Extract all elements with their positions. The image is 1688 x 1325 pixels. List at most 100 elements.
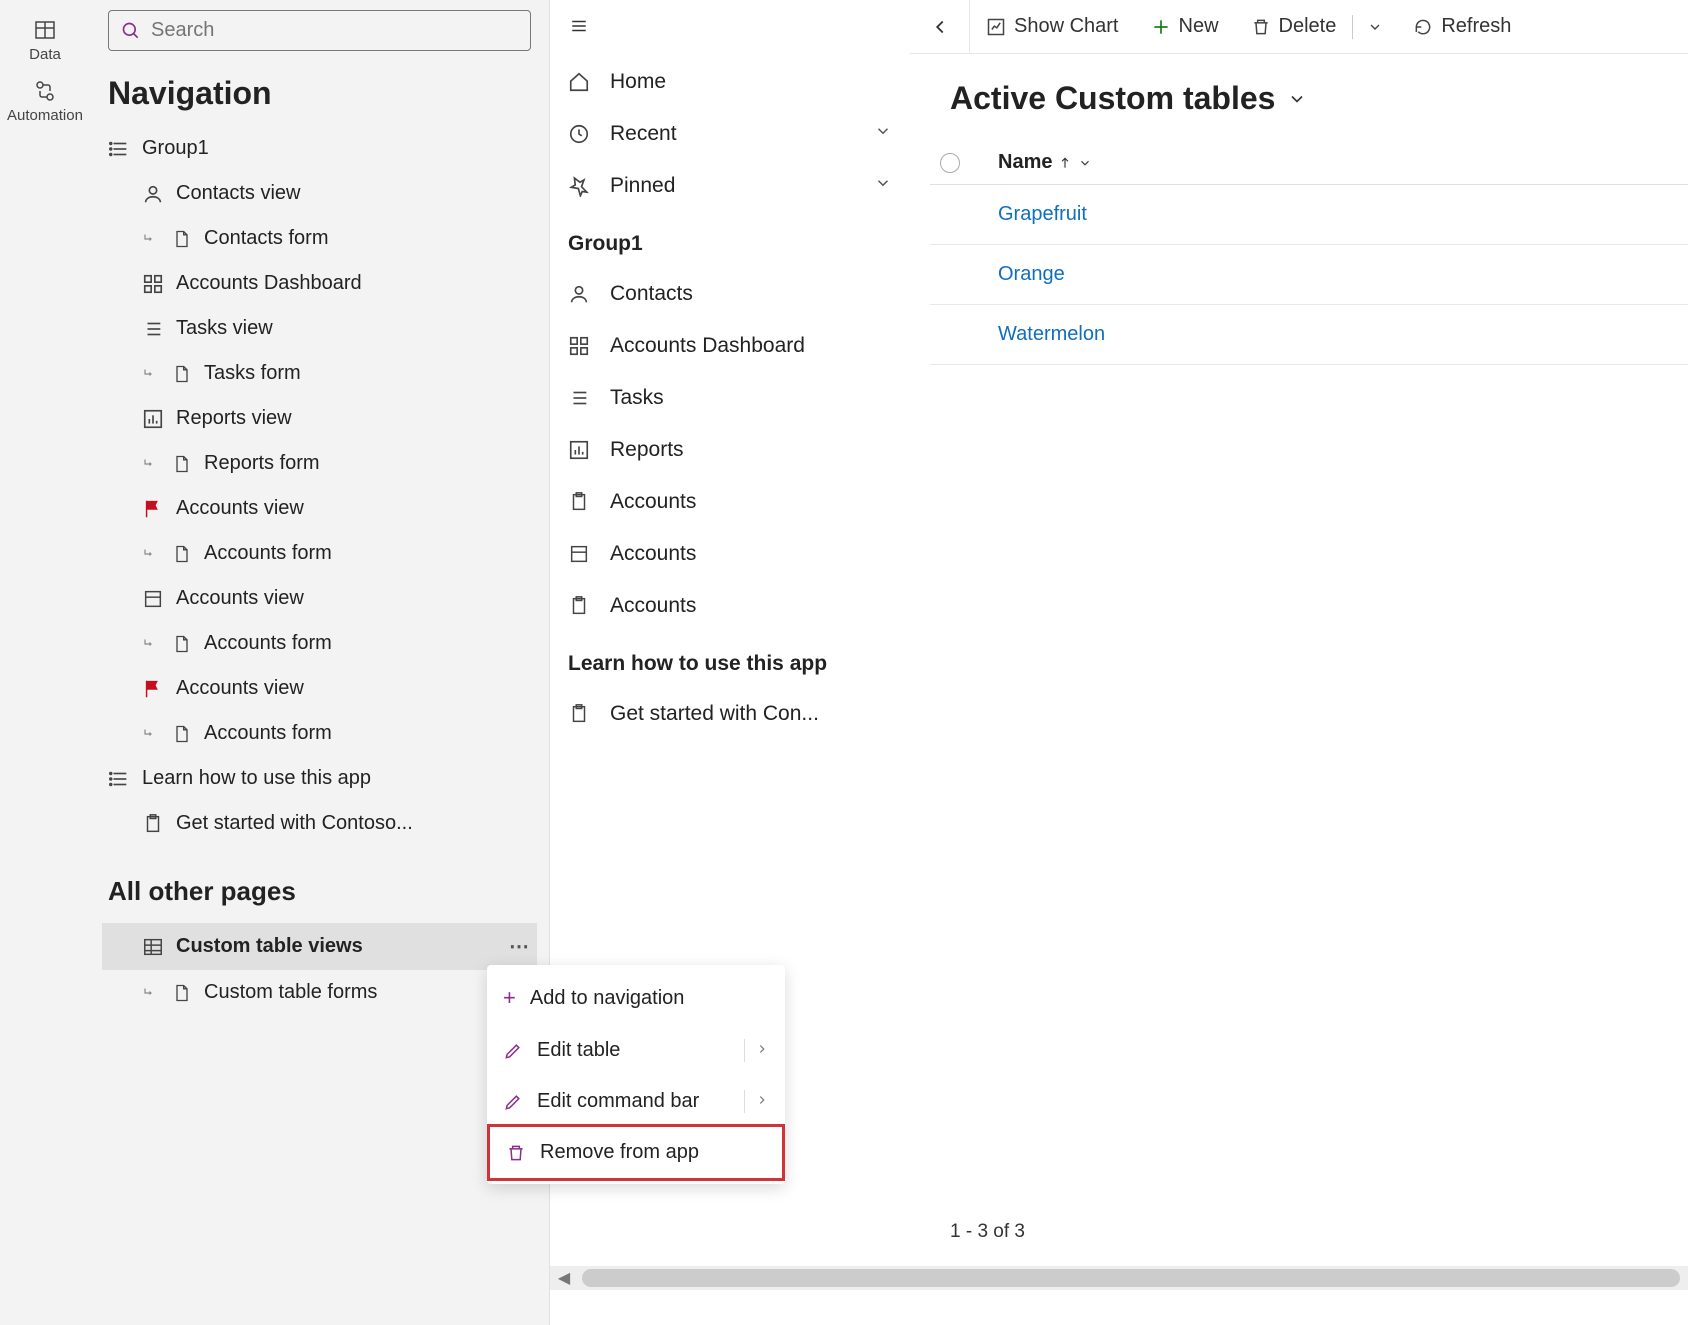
chevron-right-icon[interactable]: [744, 1039, 769, 1062]
document-icon: [172, 724, 192, 744]
view-title[interactable]: Active Custom tables: [910, 54, 1688, 141]
tree-item-label: Contacts view: [176, 182, 301, 205]
clipboard-icon: [142, 813, 164, 835]
tree-custom-table-views[interactable]: Custom table views ⋯: [102, 923, 537, 970]
search-input[interactable]: [151, 19, 518, 42]
rail-data[interactable]: Data: [0, 10, 90, 71]
column-name-label: Name: [998, 151, 1052, 174]
grid-row[interactable]: Orange: [930, 245, 1688, 305]
tree-tasks-view[interactable]: Tasks view: [102, 306, 537, 351]
subitem-icon: [142, 635, 160, 653]
sitemap-home[interactable]: Home: [550, 56, 910, 108]
horizontal-scrollbar[interactable]: ◀: [550, 1266, 1688, 1290]
hamburger-icon: [568, 17, 590, 35]
sitemap-contacts[interactable]: Contacts: [550, 268, 910, 320]
list-icon: [108, 768, 130, 790]
sitemap-tasks[interactable]: Tasks: [550, 372, 910, 424]
more-icon[interactable]: ⋯: [509, 934, 531, 959]
scrollbar-thumb[interactable]: [582, 1269, 1680, 1287]
chevron-down-icon[interactable]: [874, 122, 892, 146]
refresh-button[interactable]: Refresh: [1397, 0, 1527, 53]
delete-button[interactable]: Delete: [1235, 0, 1353, 53]
tree-accounts-form-1[interactable]: Accounts form: [102, 531, 537, 576]
clipboard-icon: [568, 595, 590, 617]
select-all-checkbox[interactable]: [940, 153, 960, 173]
tree-custom-table-forms[interactable]: Custom table forms: [102, 970, 537, 1015]
sitemap-item-label: Reports: [610, 438, 684, 462]
refresh-icon: [1413, 17, 1433, 37]
sitemap-reports[interactable]: Reports: [550, 424, 910, 476]
row-link[interactable]: Watermelon: [998, 323, 1105, 345]
main-area: Show Chart New Delete Refresh Active Cus…: [910, 0, 1688, 1325]
document-icon: [172, 364, 192, 384]
sitemap-accounts-3[interactable]: Accounts: [550, 580, 910, 632]
tree-contacts-form[interactable]: Contacts form: [102, 216, 537, 261]
show-chart-button[interactable]: Show Chart: [970, 0, 1135, 53]
rail-automation[interactable]: Automation: [0, 71, 90, 132]
tree-accounts-view-3[interactable]: Accounts view: [102, 666, 537, 711]
trash-icon: [506, 1143, 526, 1163]
clipboard-icon: [568, 703, 590, 725]
tree-tasks-form[interactable]: Tasks form: [102, 351, 537, 396]
all-other-pages-title: All other pages: [102, 846, 537, 923]
grid-header: Name: [930, 141, 1688, 185]
subitem-icon: [142, 984, 160, 1002]
person-icon: [568, 283, 590, 305]
tree-accounts-dashboard[interactable]: Accounts Dashboard: [102, 261, 537, 306]
tree-learn-group[interactable]: Learn how to use this app: [102, 756, 537, 801]
ctx-edit-command-bar[interactable]: Edit command bar: [487, 1076, 785, 1127]
ctx-edit-table[interactable]: Edit table: [487, 1025, 785, 1076]
tree-group1[interactable]: Group1: [102, 126, 537, 171]
sitemap-accounts-1[interactable]: Accounts: [550, 476, 910, 528]
back-button[interactable]: [910, 0, 970, 53]
arrow-left-icon: [929, 16, 951, 38]
tree-get-started[interactable]: Get started with Contoso...: [102, 801, 537, 846]
grid-row[interactable]: Watermelon: [930, 305, 1688, 365]
sitemap-accounts-dashboard[interactable]: Accounts Dashboard: [550, 320, 910, 372]
sitemap-recent[interactable]: Recent: [550, 108, 910, 160]
scroll-left-button[interactable]: ◀: [550, 1268, 578, 1288]
tree-accounts-view-2[interactable]: Accounts view: [102, 576, 537, 621]
list-icon: [108, 138, 130, 160]
sitemap-pinned[interactable]: Pinned: [550, 160, 910, 212]
tree-item-label: Accounts view: [176, 497, 304, 520]
grid-footer: 1 - 3 of 3: [950, 1221, 1025, 1243]
tree-item-label: Accounts form: [204, 722, 332, 745]
list-icon: [142, 318, 164, 340]
row-link[interactable]: Grapefruit: [998, 203, 1087, 225]
chart-icon: [142, 408, 164, 430]
data-grid: Name Grapefruit Orange Watermelon: [910, 141, 1688, 365]
new-label: New: [1179, 15, 1219, 38]
tree-reports-view[interactable]: Reports view: [102, 396, 537, 441]
row-link[interactable]: Orange: [998, 263, 1065, 285]
tree-reports-form[interactable]: Reports form: [102, 441, 537, 486]
flag-icon: [142, 678, 164, 700]
sitemap-get-started[interactable]: Get started with Con...: [550, 688, 910, 740]
context-menu: + Add to navigation Edit table Edit comm…: [487, 965, 785, 1184]
delete-split-button[interactable]: [1353, 0, 1397, 53]
hamburger-button[interactable]: [550, 6, 910, 56]
grid-row[interactable]: Grapefruit: [930, 185, 1688, 245]
sitemap-accounts-2[interactable]: Accounts: [550, 528, 910, 580]
chevron-right-icon[interactable]: [744, 1090, 769, 1113]
subitem-icon: [142, 455, 160, 473]
ctx-add-to-navigation[interactable]: + Add to navigation: [487, 971, 785, 1025]
tree-accounts-view-1[interactable]: Accounts view: [102, 486, 537, 531]
ctx-remove-from-app[interactable]: Remove from app: [487, 1124, 785, 1181]
tree-item-label: Get started with Contoso...: [176, 812, 413, 835]
tree-item-label: Reports view: [176, 407, 292, 430]
search-box[interactable]: [108, 10, 531, 51]
chevron-down-icon[interactable]: [874, 174, 892, 198]
column-name-header[interactable]: Name: [998, 151, 1092, 174]
dashboard-icon: [568, 335, 590, 357]
sitemap-learn-group: Learn how to use this app: [550, 632, 910, 688]
pin-icon: [568, 175, 590, 197]
tree-accounts-form-2[interactable]: Accounts form: [102, 621, 537, 666]
sitemap-item-label: Accounts Dashboard: [610, 334, 805, 358]
ctx-item-label: Remove from app: [540, 1141, 699, 1164]
tree-contacts-view[interactable]: Contacts view: [102, 171, 537, 216]
chevron-down-icon: [1367, 19, 1383, 35]
new-button[interactable]: New: [1135, 0, 1235, 53]
entity-icon: [568, 543, 590, 565]
tree-accounts-form-3[interactable]: Accounts form: [102, 711, 537, 756]
